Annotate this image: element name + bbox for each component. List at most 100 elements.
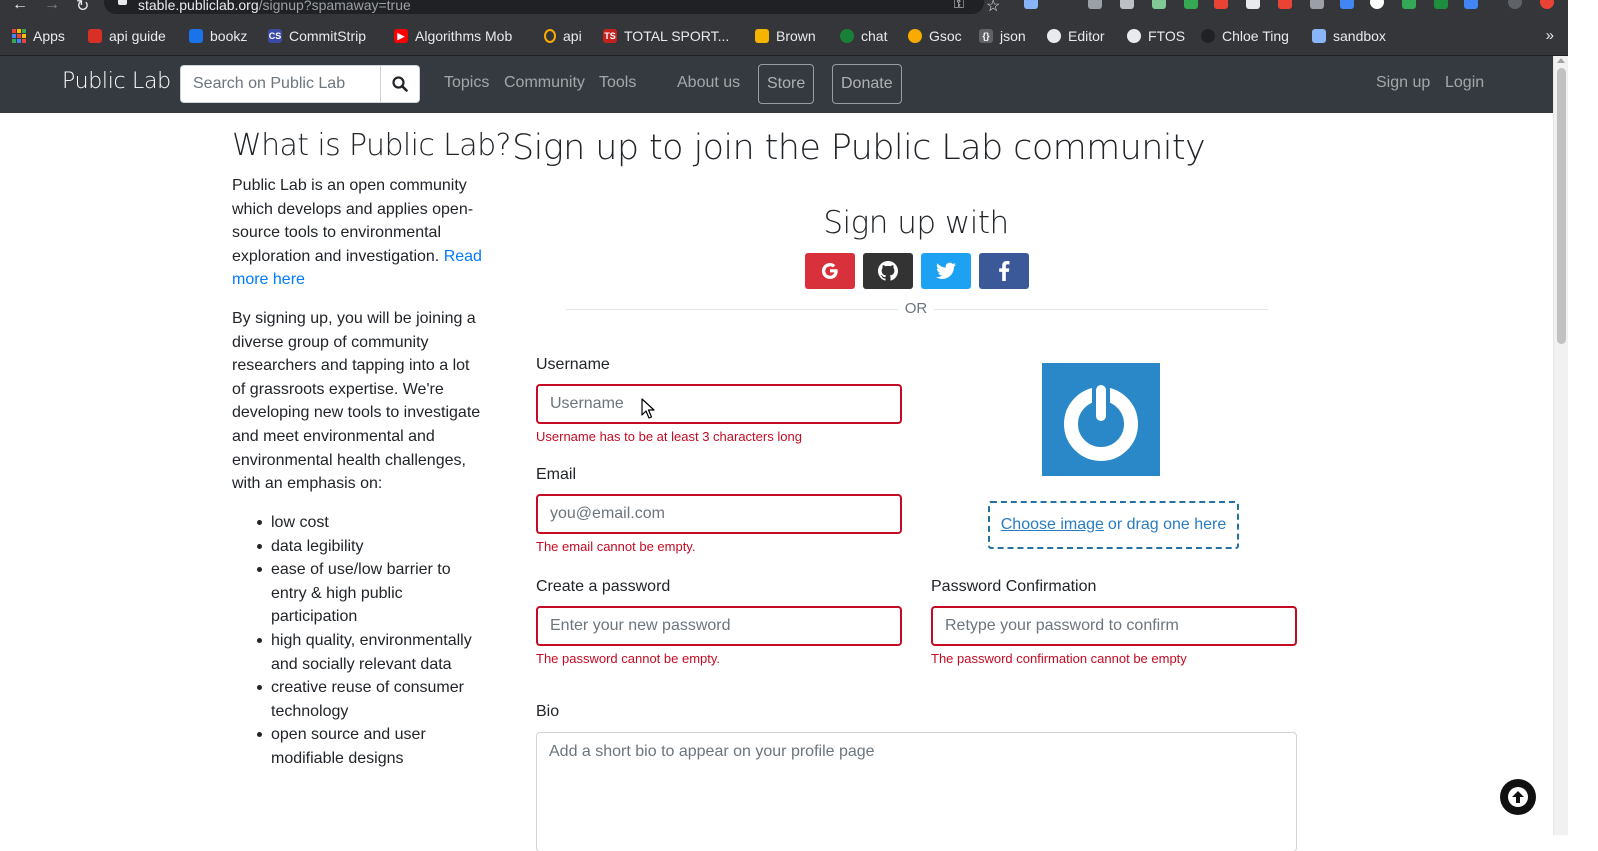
bookmark-sandbox[interactable]: sandbox bbox=[1312, 26, 1386, 46]
bookmarks-bar: Apps api guide bookz CS CommitStrip ▶ Algo… bbox=[0, 14, 1568, 56]
bookmark-algorithms-mob[interactable]: ▶ Algorithms Mob bbox=[394, 26, 512, 46]
key-icon[interactable]: ⚿ bbox=[954, 0, 964, 12]
sidebar-title: What is Public Lab? bbox=[232, 128, 511, 163]
page-title: Sign up to join the Public Lab community bbox=[512, 128, 1206, 168]
nav-tools[interactable]: Tools bbox=[599, 74, 636, 92]
brand-logo[interactable]: Public Lab bbox=[62, 69, 171, 94]
choose-image-link[interactable]: Choose image bbox=[1001, 516, 1104, 534]
bookmark-label: json bbox=[1000, 28, 1026, 44]
extension-icon[interactable] bbox=[1464, 0, 1478, 9]
github-icon bbox=[878, 261, 898, 281]
bookmark-favicon: TS bbox=[603, 29, 617, 43]
bookmark-label: Apps bbox=[33, 28, 65, 44]
search-input[interactable] bbox=[180, 65, 381, 103]
reload-icon[interactable]: ↻ bbox=[76, 0, 89, 14]
password-field[interactable] bbox=[536, 606, 902, 646]
nav-topics[interactable]: Topics bbox=[444, 74, 489, 92]
bookmark-brown[interactable]: Brown bbox=[755, 26, 816, 46]
mouse-cursor-icon bbox=[641, 398, 655, 419]
extension-icon[interactable] bbox=[1434, 0, 1448, 9]
bookmarks-overflow-icon[interactable]: » bbox=[1546, 27, 1554, 44]
list-item: creative reuse of consumer technology bbox=[232, 676, 482, 723]
bookmark-apps[interactable]: Apps bbox=[12, 26, 65, 46]
password-confirm-label: Password Confirmation bbox=[931, 578, 1097, 595]
extension-icon[interactable] bbox=[1246, 0, 1260, 9]
bookmark-label: Brown bbox=[776, 28, 816, 44]
bookmark-label: chat bbox=[861, 28, 888, 44]
facebook-signup-button[interactable] bbox=[979, 253, 1029, 289]
username-field[interactable] bbox=[536, 384, 902, 424]
scroll-up-icon[interactable] bbox=[1557, 58, 1565, 63]
nav-login[interactable]: Login bbox=[1445, 74, 1484, 92]
url-text: stable.publiclab.org/signup?spamaway=tru… bbox=[138, 0, 411, 13]
bookmark-favicon bbox=[189, 29, 203, 43]
bookmark-label: api guide bbox=[109, 28, 166, 44]
profile-icon[interactable] bbox=[1370, 0, 1384, 9]
bookmark-favicon bbox=[840, 29, 854, 43]
bookmark-editor[interactable]: Editor bbox=[1047, 26, 1105, 46]
bookmark-label: sandbox bbox=[1333, 28, 1386, 44]
avatar-icon[interactable] bbox=[1508, 0, 1522, 9]
email-label: Email bbox=[536, 466, 577, 483]
github-signup-button[interactable] bbox=[863, 253, 913, 289]
extension-icon[interactable] bbox=[1024, 0, 1038, 9]
donate-button[interactable]: Donate bbox=[832, 64, 902, 104]
bookmark-label: api bbox=[563, 28, 582, 44]
extension-icon[interactable] bbox=[1088, 0, 1102, 9]
bookmark-json[interactable]: {} json bbox=[979, 26, 1026, 46]
bookmark-total-sport[interactable]: TS TOTAL SPORT... bbox=[603, 26, 729, 46]
google-icon bbox=[821, 263, 838, 280]
extension-icon[interactable] bbox=[1120, 0, 1134, 9]
bookmark-favicon bbox=[1312, 29, 1326, 43]
nav-about-us[interactable]: About us bbox=[677, 74, 740, 92]
bookmark-commitstrip[interactable]: CS CommitStrip bbox=[268, 26, 366, 46]
site-navbar: Public Lab Topics Community Tools About … bbox=[0, 56, 1553, 113]
page-scrollbar[interactable] bbox=[1553, 56, 1568, 835]
list-item: high quality, environmentally and social… bbox=[232, 629, 482, 676]
bookmark-bookz[interactable]: bookz bbox=[189, 26, 247, 46]
bookmark-ftos[interactable]: FTOS bbox=[1127, 26, 1185, 46]
github-icon bbox=[1047, 29, 1061, 43]
extension-icon[interactable] bbox=[1340, 0, 1354, 9]
username-error: Username has to be at least 3 characters… bbox=[536, 429, 802, 444]
drag-hint: or drag one here bbox=[1107, 516, 1227, 533]
sidebar-signup-info: By signing up, you will be joining a div… bbox=[232, 310, 481, 493]
youtube-icon: ▶ bbox=[394, 29, 408, 43]
email-field[interactable] bbox=[536, 494, 902, 534]
back-icon[interactable]: ← bbox=[12, 0, 28, 14]
extension-icon[interactable] bbox=[1402, 0, 1416, 9]
google-signup-button[interactable] bbox=[805, 253, 855, 289]
password-label: Create a password bbox=[536, 578, 671, 595]
bookmark-gsoc[interactable]: Gsoc bbox=[908, 26, 962, 46]
image-dropzone[interactable]: Choose image or drag one here bbox=[988, 501, 1239, 549]
extension-icon[interactable] bbox=[1310, 0, 1324, 9]
twitter-signup-button[interactable] bbox=[921, 253, 971, 289]
extension-icon[interactable] bbox=[1184, 0, 1198, 9]
bio-field[interactable] bbox=[536, 732, 1297, 851]
bookmark-label: Algorithms Mob bbox=[415, 28, 513, 44]
bookmark-chat[interactable]: chat bbox=[840, 26, 887, 46]
nav-community[interactable]: Community bbox=[504, 74, 585, 92]
nav-sign-up[interactable]: Sign up bbox=[1376, 74, 1430, 92]
bookmark-favicon bbox=[544, 29, 556, 43]
bookmark-label: bookz bbox=[210, 28, 248, 44]
list-item: ease of use/low barrier to entry & high … bbox=[232, 558, 482, 629]
avatar-preview bbox=[1042, 363, 1160, 476]
search-button[interactable] bbox=[380, 65, 420, 103]
star-icon[interactable]: ☆ bbox=[986, 0, 1000, 14]
facebook-icon bbox=[999, 261, 1010, 281]
extension-icon[interactable] bbox=[1278, 0, 1292, 9]
extension-icon[interactable] bbox=[1214, 0, 1228, 9]
or-label: OR bbox=[898, 300, 934, 317]
update-icon[interactable] bbox=[1540, 0, 1554, 9]
forward-icon[interactable]: → bbox=[44, 0, 60, 14]
bookmark-api-guide[interactable]: api guide bbox=[88, 26, 166, 46]
password-confirm-field[interactable] bbox=[931, 606, 1297, 646]
browser-address-bar: ← → ↻ stable.publiclab.org/signup?spamaw… bbox=[0, 0, 1568, 14]
bookmark-chloe-ting[interactable]: Chloe Ting bbox=[1201, 26, 1289, 46]
store-button[interactable]: Store bbox=[758, 64, 815, 104]
extension-icon[interactable] bbox=[1152, 0, 1166, 9]
back-to-top-button[interactable] bbox=[1500, 779, 1536, 815]
twitter-icon bbox=[936, 262, 956, 279]
bookmark-api[interactable]: api bbox=[544, 26, 582, 46]
